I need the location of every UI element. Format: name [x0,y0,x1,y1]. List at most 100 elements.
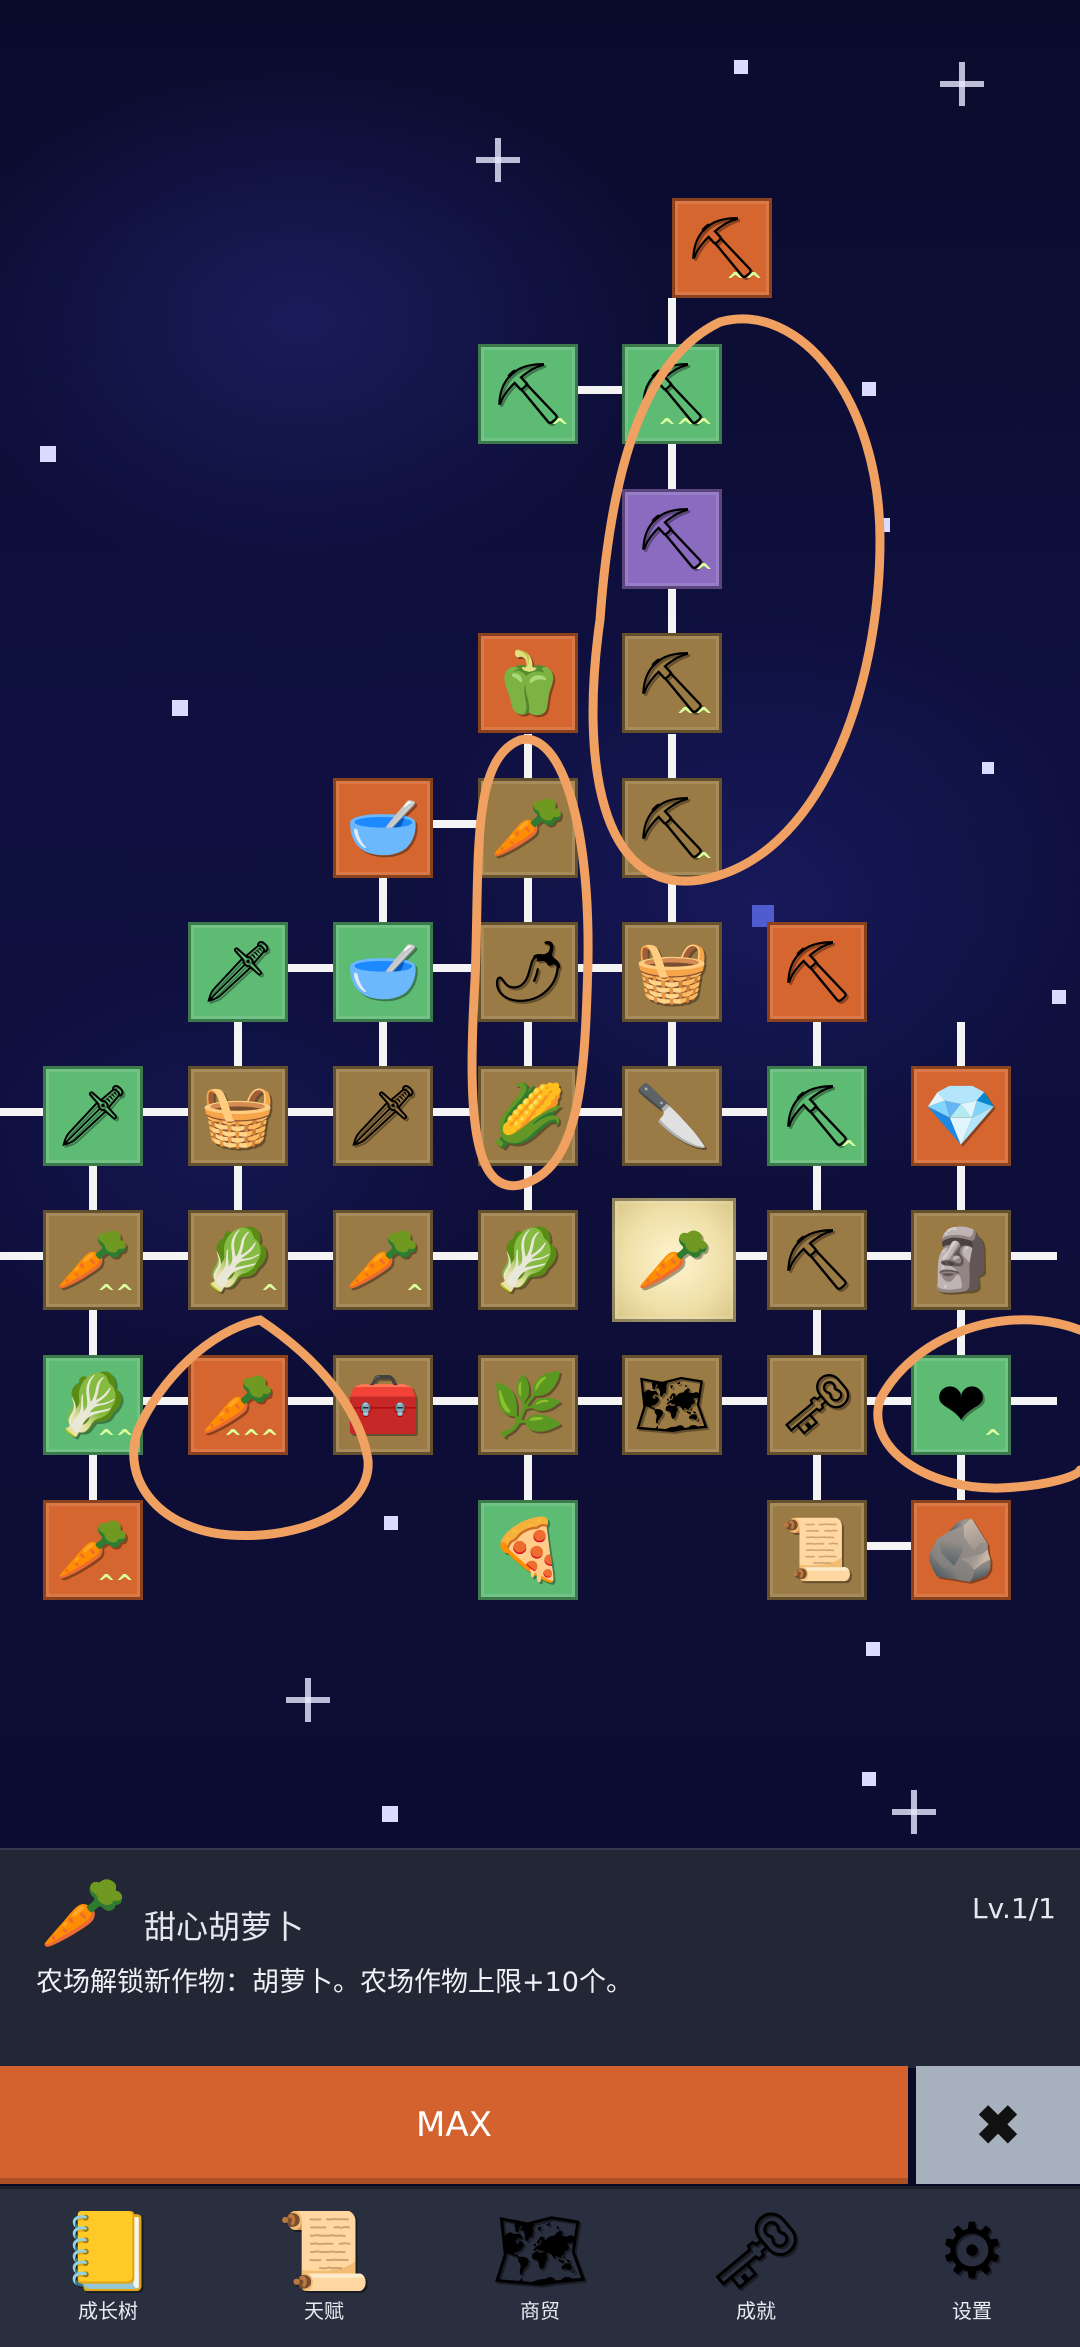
bottom-nav: 📒 成长树 📜 天赋 🗺 商贸 🗝 成就 ⚙ 设置 [0,2186,1080,2347]
upgrade-chevron-icon: ^ [983,1426,1002,1452]
bowl-icon: 🥣 [345,793,421,863]
nav-label: 商贸 [520,2299,560,2323]
max-button[interactable]: MAX [0,2066,908,2184]
chain-connector [89,1310,97,1356]
chain-connector [524,1166,532,1212]
crystal-icon: 💎 [923,1081,999,1151]
bell-pepper-icon: 🫑 [490,648,566,718]
skill-node[interactable]: 🗡 [43,1066,143,1166]
skill-node[interactable]: 🗿 [911,1210,1011,1310]
skill-node[interactable]: 🧺 [622,922,722,1022]
upgrade-chevron-icon: ^^^ [657,415,713,441]
skill-node[interactable]: 🗺 [622,1355,722,1455]
nav-item-growth-tree[interactable]: 📒 成长树 [18,2197,198,2347]
skill-node[interactable]: ⛏ ^^^ [622,344,722,444]
skill-node[interactable]: 🗝 [767,1355,867,1455]
skill-node[interactable]: 🧺 [188,1066,288,1166]
skill-node[interactable]: ❤ ^ [911,1355,1011,1455]
skill-node[interactable]: 🔪 [622,1066,722,1166]
chain-connector [524,878,532,924]
radish-icon: 🥕 [490,793,566,863]
skill-node[interactable]: 🥬 ^^ [43,1355,143,1455]
skill-node[interactable]: ⛏ [767,922,867,1022]
skill-node[interactable]: ⛏ ^ [622,489,722,589]
chain-connector [234,1166,242,1212]
skill-node[interactable]: 🥕 ^^ [43,1500,143,1600]
skill-node[interactable]: 🥣 [333,922,433,1022]
skill-node[interactable]: ⛏ ^ [622,778,722,878]
skill-node[interactable]: 🌽 [478,1066,578,1166]
nav-item-talent[interactable]: 📜 天赋 [234,2197,414,2347]
skill-node[interactable]: ⛏ ^^ [672,198,772,298]
skill-node[interactable]: 🪨 [911,1500,1011,1600]
cabbage-icon: 🥬 [490,1225,566,1295]
nav-item-achievement[interactable]: 🗝 成就 [666,2197,846,2347]
chain-connector [668,444,676,490]
upgrade-chevron-icon: ^^ [97,1571,134,1597]
upgrade-chevron-icon: ^ [694,849,713,875]
skill-node[interactable]: ⛏ ^ [767,1066,867,1166]
skill-level: Lv.1/1 [972,1892,1056,1925]
fossil-icon: 🪨 [923,1515,999,1585]
chain-connector [0,1108,46,1116]
chain-connector [433,964,479,972]
chili-icon: 🌶 [489,937,567,1007]
map-icon: 🗺 [491,2206,589,2295]
skill-node[interactable]: 🥕 ^ [333,1210,433,1310]
chain-connector [668,1022,676,1068]
dagger-icon: 🔪 [634,1081,710,1151]
skill-node[interactable]: 🫑 [478,633,578,733]
chain-connector [813,1022,821,1068]
book-icon: 📒 [60,2206,156,2295]
chain-connector [89,1166,97,1212]
nav-label: 设置 [952,2299,992,2323]
chain-connector [1011,1397,1057,1405]
skill-node[interactable]: 🌿 [478,1355,578,1455]
chain-connector [524,1022,532,1068]
bowl-icon: 🥣 [345,937,421,1007]
chain-connector [668,589,676,635]
pickaxe-icon: ⛏ [778,937,856,1007]
skill-node[interactable]: 📜 [767,1500,867,1600]
scroll-icon: 📜 [779,1515,855,1585]
key-icon: 🗝 [707,2206,805,2295]
skill-node[interactable]: 💎 [911,1066,1011,1166]
skill-node[interactable]: 🗡 [188,922,288,1022]
upgrade-chevron-icon: ^ [694,560,713,586]
chain-connector [433,1252,479,1260]
chain-connector [433,1397,479,1405]
chain-connector [722,1108,768,1116]
key-icon: 🗝 [778,1370,856,1440]
chain-connector [668,298,676,344]
skill-node[interactable]: ⛏ [767,1210,867,1310]
chain-connector [288,1108,334,1116]
skill-node[interactable]: 🍕 [478,1500,578,1600]
skill-name: 甜心胡萝卜 [144,1908,305,1946]
skill-node[interactable]: 🥬 [478,1210,578,1310]
skill-node[interactable]: 🥣 [333,778,433,878]
skill-description: 农场解锁新作物：胡萝卜。农场作物上限+10个。 [36,1967,633,1998]
nav-item-settings[interactable]: ⚙ 设置 [882,2197,1062,2347]
skill-node[interactable]: 🧰 [333,1355,433,1455]
chain-connector [288,1397,334,1405]
chain-connector [668,878,676,924]
skill-node[interactable]: 🥕 [612,1198,736,1322]
nav-item-trade[interactable]: 🗺 商贸 [450,2197,630,2347]
upgrade-chevron-icon: ^^ [97,1281,134,1307]
treasure-chest-icon: 🧰 [345,1370,421,1440]
skill-node[interactable]: 🥕 ^^ [43,1210,143,1310]
close-button[interactable]: ✖ [916,2066,1080,2184]
skill-node[interactable]: 🗡 [333,1066,433,1166]
chain-connector [813,1166,821,1212]
skill-node[interactable]: 🥬 ^ [188,1210,288,1310]
skill-node[interactable]: 🥕 ^^^ [188,1355,288,1455]
skill-node[interactable]: 🥕 [478,778,578,878]
carrot-icon: 🥕 [40,1872,128,1954]
skill-node[interactable]: 🌶 [478,922,578,1022]
chain-connector [143,1108,189,1116]
upgrade-chevron-icon: ^^ [97,1426,134,1452]
chain-connector [1011,1252,1057,1260]
skill-node[interactable]: ⛏ ^ [478,344,578,444]
skill-node[interactable]: ⛏ ^^ [622,633,722,733]
pizza-icon: 🍕 [490,1515,566,1585]
